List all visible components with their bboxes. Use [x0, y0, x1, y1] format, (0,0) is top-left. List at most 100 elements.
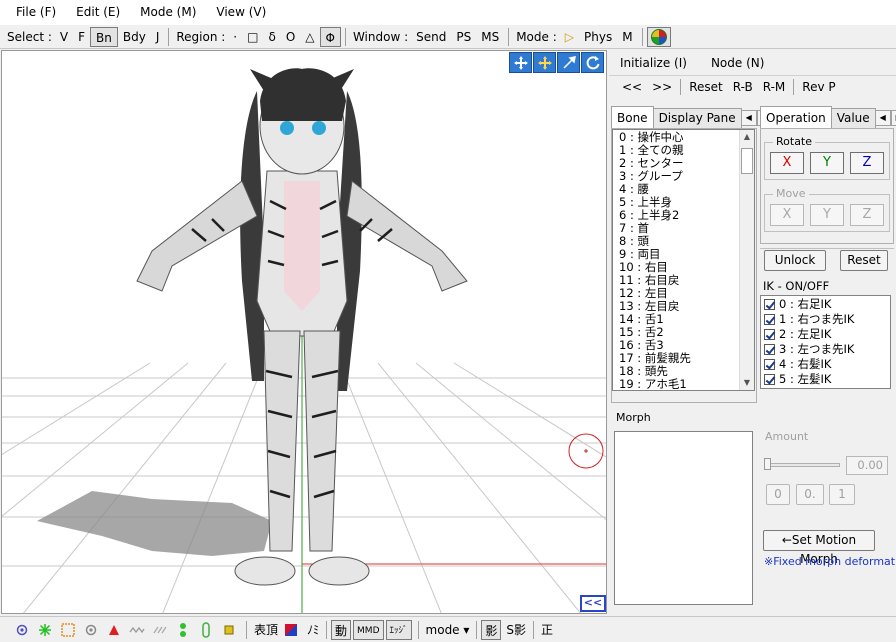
select-face-button[interactable]: F [73, 27, 90, 47]
rm-button[interactable]: R-M [758, 77, 791, 97]
region-phi-button[interactable]: Φ [319, 26, 341, 47]
mode-phys-button[interactable]: Phys [579, 27, 617, 47]
tab-bone[interactable]: Bone [611, 106, 654, 128]
ik-checkbox[interactable] [764, 314, 775, 325]
amount-zero-button[interactable]: 0 [766, 484, 790, 505]
tab-operation[interactable]: Operation [760, 106, 832, 128]
rotate-y-button[interactable]: Y [810, 152, 844, 174]
reset-nav-button[interactable]: Reset [684, 77, 728, 97]
rb-button[interactable]: R-B [728, 77, 758, 97]
unlock-button[interactable]: Unlock [764, 250, 826, 271]
ik-list-item[interactable]: 1 : 右つま先IK [761, 312, 890, 327]
shadow-toggle-button[interactable]: 影 [481, 619, 502, 640]
scroll-down-icon[interactable]: ▼ [740, 376, 754, 390]
mode-label: Mode : [516, 29, 557, 44]
self-shadow-button[interactable]: S影 [503, 620, 529, 640]
prev-button[interactable]: << [617, 77, 647, 97]
menu-view[interactable]: View (V) [206, 0, 276, 25]
next-button[interactable]: >> [647, 77, 677, 97]
panel-divider [609, 75, 896, 76]
tab-scroll-left-icon[interactable]: ◀ [740, 110, 757, 126]
amount-one-button[interactable]: 1 [829, 484, 855, 505]
amount-slider-track[interactable] [766, 463, 840, 467]
pan-icon[interactable] [509, 52, 532, 73]
move-z-button[interactable]: Z [850, 204, 884, 226]
edge-toggle-button[interactable]: ｴｯｼﾞ [385, 619, 412, 640]
puzzle-yellow-icon[interactable] [219, 620, 239, 640]
window-ps-button[interactable]: PS [451, 27, 476, 47]
set-motion-morph-button[interactable]: ←Set Motion Morph [763, 530, 875, 566]
color-square-icon[interactable] [281, 620, 301, 640]
window-send-button[interactable]: Send [411, 27, 451, 47]
initialize-menu[interactable]: Initialize (I) [615, 53, 692, 73]
move-icon[interactable] [533, 52, 556, 73]
menu-file[interactable]: File (F) [6, 0, 66, 25]
amount-value-field[interactable]: 0.00 [846, 456, 888, 475]
rotate-view-icon[interactable] [581, 52, 604, 73]
ik-checkbox[interactable] [764, 329, 775, 340]
grid-orange-icon[interactable] [58, 620, 78, 640]
node-menu[interactable]: Node (N) [706, 53, 769, 73]
ik-list-item[interactable]: 4 : 右髪IK [761, 357, 890, 372]
menu-mode[interactable]: Mode (M) [130, 0, 206, 25]
tab-display-pane[interactable]: Display Pane [652, 108, 742, 128]
collapse-panel-button[interactable]: << [580, 595, 606, 612]
rev-p-button[interactable]: Rev P [797, 77, 840, 97]
select-body-button[interactable]: Bdy [118, 27, 151, 47]
ik-checkbox[interactable] [764, 344, 775, 355]
ik-checkbox[interactable] [764, 299, 775, 310]
zoom-icon[interactable] [557, 52, 580, 73]
mode-dropdown[interactable]: mode ▾ [423, 620, 473, 640]
triangle-red-icon[interactable] [104, 620, 124, 640]
chain-green-icon[interactable] [196, 620, 216, 640]
bars-gray-icon[interactable] [150, 620, 170, 640]
ik-list-item[interactable]: 5 : 左髪IK [761, 372, 890, 387]
play-icon[interactable]: ▷ [560, 27, 579, 47]
rotate-x-button[interactable]: X [770, 152, 804, 174]
region-triangle-button[interactable]: △ [300, 27, 319, 47]
circle-gray-icon[interactable] [81, 620, 101, 640]
window-ms-button[interactable]: MS [476, 27, 504, 47]
hyochou-button[interactable]: 表頂 [251, 620, 281, 640]
op-tab-scroll-left-icon[interactable]: ◀ [874, 110, 891, 126]
wave-gray-icon[interactable] [127, 620, 147, 640]
orthographic-button[interactable]: 正 [538, 620, 556, 640]
rotate-z-button[interactable]: Z [850, 152, 884, 174]
motion-toggle-button[interactable]: 動 [331, 619, 352, 640]
move-x-button[interactable]: X [770, 204, 804, 226]
mmd-toggle-button[interactable]: MMD [353, 619, 384, 640]
bone-list-scrollbar[interactable]: ▲ ▼ [739, 130, 754, 390]
ik-checkbox[interactable] [764, 359, 775, 370]
ik-list-item[interactable]: 2 : 左足IK [761, 327, 890, 342]
reset-button[interactable]: Reset [840, 250, 888, 271]
color-wheel-icon[interactable] [646, 26, 671, 47]
scroll-thumb[interactable] [741, 148, 753, 174]
region-point-button[interactable]: · [228, 27, 242, 47]
capsule-green-icon[interactable] [173, 620, 193, 640]
bone-list-item[interactable]: 19 : アホ毛1 [613, 378, 754, 391]
amount-current-button[interactable]: 0. [796, 484, 824, 505]
tab-value[interactable]: Value [830, 108, 876, 128]
morph-list[interactable] [614, 431, 753, 605]
ik-list[interactable]: 0 : 右足IK 1 : 右つま先IK 2 : 左足IK 3 : 左つま先IK 4 : … [760, 295, 891, 389]
ik-list-item[interactable]: 3 : 左つま先IK [761, 342, 890, 357]
mode-m-button[interactable]: M [617, 27, 637, 47]
ik-list-item[interactable]: 0 : 右足IK [761, 297, 890, 312]
vertex-toggle-icon[interactable] [12, 620, 32, 640]
select-joint-button[interactable]: J [151, 27, 165, 47]
region-circle-button[interactable]: O [281, 27, 300, 47]
3d-viewport[interactable]: << [1, 50, 607, 614]
sparkle-green-icon[interactable] [35, 620, 55, 640]
amount-slider-thumb[interactable] [764, 458, 771, 470]
select-bone-button[interactable]: Bn [90, 26, 118, 47]
region-delta-button[interactable]: δ [263, 27, 280, 47]
move-y-button[interactable]: Y [810, 204, 844, 226]
bone-list[interactable]: 0 : 操作中心 1 : 全ての親 2 : センター 3 : グループ 4 : 腰5 :… [612, 129, 755, 391]
op-tab-scroll-right-icon[interactable]: ▶ [890, 110, 896, 126]
ik-checkbox[interactable] [764, 374, 775, 385]
region-rect-button[interactable]: □ [242, 27, 263, 47]
nomi-button[interactable]: ﾉﾐ [304, 620, 322, 640]
scroll-up-icon[interactable]: ▲ [740, 130, 754, 144]
menu-edit[interactable]: Edit (E) [66, 0, 130, 25]
select-vertex-button[interactable]: V [55, 27, 73, 47]
